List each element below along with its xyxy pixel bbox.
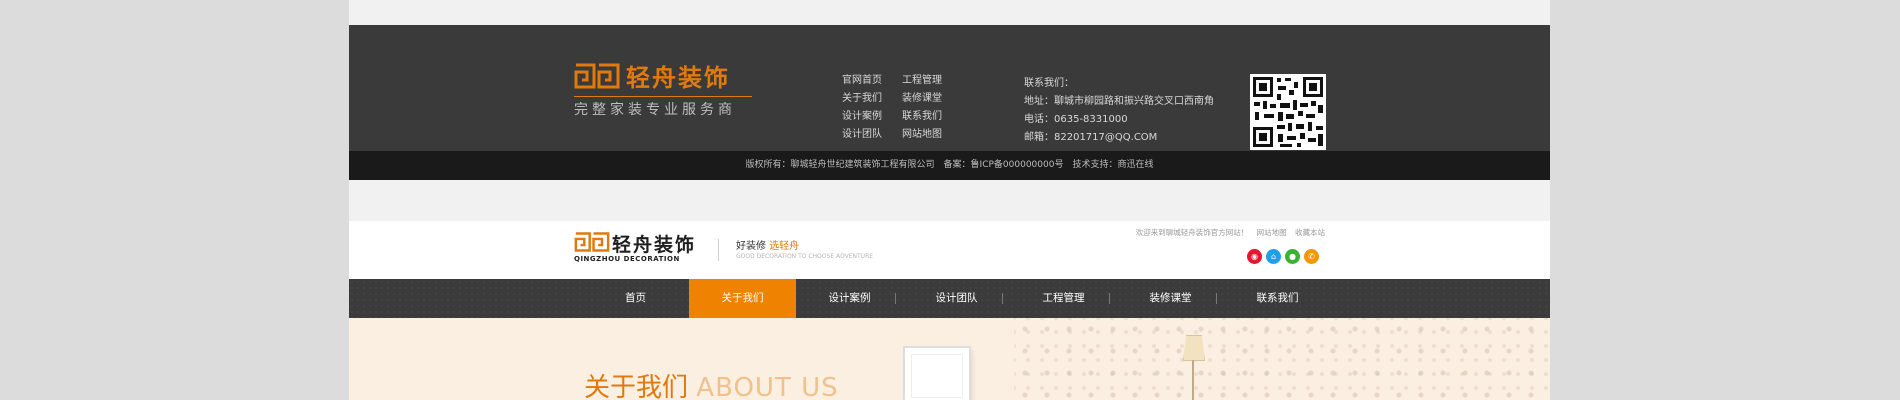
footer-nav: 官网首页 工程管理 关于我们 装修课堂 设计案例 联系我们 设计团队 网站地图: [842, 75, 962, 141]
header-brand: 轻舟装饰: [612, 234, 697, 256]
welcome-text: 欢迎来到聊城轻舟装饰官方网站！: [1135, 228, 1249, 237]
nav-item-contact[interactable]: 联系我们: [1224, 279, 1331, 318]
home-icon[interactable]: ⌂: [1266, 249, 1281, 264]
footer-brand: 轻舟装饰: [626, 63, 730, 92]
footer-link-home[interactable]: 官网首页: [842, 75, 902, 87]
header-top-links: 欢迎来到聊城轻舟装饰官方网站！ 网站地图 收藏本站: [1136, 227, 1325, 238]
footer-divider: [574, 96, 752, 97]
footer-slogan: 完整家装专业服务商: [574, 102, 736, 118]
nav-item-class[interactable]: 装修课堂: [1117, 279, 1224, 318]
footer-link-contact[interactable]: 联系我们: [902, 111, 962, 123]
header-brand-en: QINGZHOU DECORATION: [574, 255, 680, 263]
site-header: 轻舟装饰 QINGZHOU DECORATION 好装修 选轻舟 GOOD DE…: [349, 221, 1550, 279]
footer-contact: 联系我们： 地址：聊城市柳园路和振兴路交叉口西南角 电话：0635-833100…: [1024, 75, 1214, 147]
header-logo[interactable]: 轻舟装饰 QINGZHOU DECORATION: [574, 232, 704, 268]
lamp-pole: [1192, 360, 1194, 400]
header-divider: [718, 239, 719, 261]
bookmark-link[interactable]: 收藏本站: [1295, 228, 1325, 237]
footer-link-sitemap[interactable]: 网站地图: [902, 129, 962, 141]
nav-separator: [1109, 293, 1110, 304]
header-tagline-en: GOOD DECORATION TO CHOOSE ADVENTURE: [736, 253, 874, 260]
footer-copyright: 版权所有：聊城轻舟世纪建筑装饰工程有限公司 备案：鲁ICP备000000000号…: [349, 151, 1550, 180]
lamp-icon: [1183, 335, 1205, 361]
picture-frame-image: [905, 348, 969, 400]
banner-title-en: ABOUT US: [696, 373, 839, 400]
weibo-icon[interactable]: ◉: [1247, 249, 1262, 264]
tagline-accent: 选轻舟: [769, 241, 800, 252]
social-icons: ◉ ⌂ ● ✆: [1247, 249, 1319, 264]
nav-item-about[interactable]: 关于我们: [689, 279, 796, 318]
qr-code-icon: [1250, 74, 1326, 150]
nav-separator: [1002, 293, 1003, 304]
footer-link-engineering[interactable]: 工程管理: [902, 75, 962, 87]
footer-link-class[interactable]: 装修课堂: [902, 93, 962, 105]
contact-heading: 联系我们：: [1024, 78, 1074, 89]
nav-item-home[interactable]: 首页: [582, 279, 689, 318]
contact-phone: 电话：0635-8331000: [1024, 114, 1128, 125]
header-tagline: 好装修 选轻舟: [736, 237, 799, 252]
nav-item-team[interactable]: 设计团队: [903, 279, 1010, 318]
banner-title-cn: 关于我们: [584, 373, 689, 400]
nav-separator: [1216, 293, 1217, 304]
contact-email: 邮箱：82201717@QQ.COM: [1024, 132, 1158, 143]
logo-icon: [574, 63, 620, 89]
page-canvas: 轻舟装饰 完整家装专业服务商 官网首页 工程管理 关于我们 装修课堂 设计案例 …: [349, 0, 1550, 400]
footer-logo[interactable]: 轻舟装饰 完整家装专业服务商: [574, 63, 752, 118]
contact-address: 地址：聊城市柳园路和振兴路交叉口西南角: [1024, 96, 1214, 107]
footer-link-cases[interactable]: 设计案例: [842, 111, 902, 123]
nav-item-engineering[interactable]: 工程管理: [1010, 279, 1117, 318]
tagline-prefix: 好装修: [736, 241, 766, 252]
qr-code: [1250, 74, 1326, 150]
about-banner: 关于我们 ABOUT US: [349, 318, 1550, 400]
footer: 轻舟装饰 完整家装专业服务商 官网首页 工程管理 关于我们 装修课堂 设计案例 …: [349, 25, 1550, 151]
banner-title: 关于我们 ABOUT US: [584, 373, 839, 400]
footer-link-team[interactable]: 设计团队: [842, 129, 902, 141]
logo-icon: [574, 232, 610, 252]
sitemap-link[interactable]: 网站地图: [1257, 228, 1287, 237]
footer-link-about[interactable]: 关于我们: [842, 93, 902, 105]
main-nav: 首页 关于我们 设计案例 设计团队 工程管理 装修课堂 联系我们: [349, 279, 1550, 318]
nav-separator: [895, 293, 896, 304]
floral-wallpaper: [1014, 318, 1550, 400]
phone-icon[interactable]: ✆: [1304, 249, 1319, 264]
wechat-icon[interactable]: ●: [1285, 249, 1300, 264]
nav-item-cases[interactable]: 设计案例: [796, 279, 903, 318]
